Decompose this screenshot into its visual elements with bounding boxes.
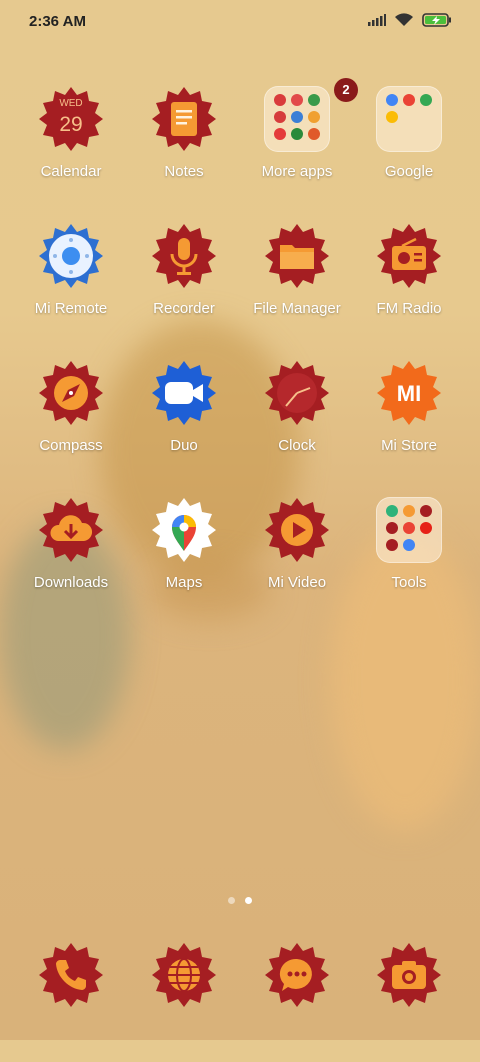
app-label: Mi Remote <box>34 300 108 317</box>
folder-icon <box>265 224 329 288</box>
app-label: Google <box>384 163 434 180</box>
app-mi-remote[interactable]: Mi Remote <box>16 223 126 343</box>
app-recorder[interactable]: Recorder <box>129 223 239 343</box>
page-dot[interactable] <box>228 897 235 904</box>
download-icon <box>39 498 103 562</box>
mi-logo-icon: MI <box>377 361 441 425</box>
calendar-icon: WED 29 <box>39 87 103 151</box>
app-label: Notes <box>164 163 204 180</box>
app-label: Compass <box>39 437 103 454</box>
app-notes[interactable]: Notes <box>129 86 239 206</box>
app-duo[interactable]: Duo <box>129 360 239 480</box>
page-indicator <box>228 897 252 904</box>
phone-icon <box>39 943 103 1007</box>
app-calendar[interactable]: WED 29 Calendar <box>16 86 126 206</box>
globe-icon <box>152 943 216 1007</box>
app-label: More apps <box>261 163 333 180</box>
clock-time: 2:36 AM <box>29 13 86 30</box>
app-label: Maps <box>165 574 203 591</box>
svg-text:WED: WED <box>59 98 82 109</box>
message-icon <box>265 943 329 1007</box>
app-label: FM Radio <box>376 300 442 317</box>
folder-background <box>376 497 442 563</box>
app-label: Tools <box>391 574 427 591</box>
remote-icon <box>39 224 103 288</box>
app-label: File Manager <box>253 300 341 317</box>
signal-icon <box>368 14 386 26</box>
folder-background <box>264 86 330 152</box>
app-label: Mi Store <box>381 437 437 454</box>
radio-icon <box>377 224 441 288</box>
folder-preview-icon <box>274 94 320 140</box>
folder-background <box>376 86 442 152</box>
map-pin-icon <box>152 498 216 562</box>
svg-text:MI: MI <box>397 381 421 406</box>
page-dot-active[interactable] <box>245 897 252 904</box>
battery-charging-icon <box>422 13 451 27</box>
app-compass[interactable]: Compass <box>16 360 126 480</box>
app-mi-store[interactable]: MI Mi Store <box>354 360 464 480</box>
app-file-manager[interactable]: File Manager <box>242 223 352 343</box>
app-fm-radio[interactable]: FM Radio <box>354 223 464 343</box>
dock-messages[interactable] <box>242 942 352 1062</box>
app-label: Downloads <box>33 574 109 591</box>
app-clock[interactable]: Clock <box>242 360 352 480</box>
app-label: Calendar <box>40 163 102 180</box>
status-bar: 2:36 AM <box>0 0 480 44</box>
folder-google[interactable]: Google <box>354 86 464 206</box>
app-label: Recorder <box>153 300 215 317</box>
dock-phone[interactable] <box>16 942 126 1062</box>
dock-browser[interactable] <box>129 942 239 1062</box>
play-icon <box>265 498 329 562</box>
app-downloads[interactable]: Downloads <box>16 497 126 617</box>
app-label: Clock <box>278 437 316 454</box>
svg-text:29: 29 <box>59 113 82 136</box>
dock-camera[interactable] <box>354 942 464 1062</box>
folder-more-apps[interactable]: 2 More apps <box>242 78 358 206</box>
app-label: Mi Video <box>267 574 327 591</box>
app-maps[interactable]: Maps <box>129 497 239 617</box>
clock-icon <box>265 361 329 425</box>
camera-icon <box>377 943 441 1007</box>
wifi-icon <box>395 13 413 26</box>
notes-icon <box>152 87 216 151</box>
app-mi-video[interactable]: Mi Video <box>242 497 352 617</box>
compass-icon <box>39 361 103 425</box>
video-camera-icon <box>152 361 216 425</box>
folder-tools[interactable]: Tools <box>354 497 464 617</box>
app-label: Duo <box>170 437 198 454</box>
folder-preview-icon <box>386 94 432 123</box>
microphone-icon <box>152 224 216 288</box>
folder-preview-icon <box>386 505 432 551</box>
